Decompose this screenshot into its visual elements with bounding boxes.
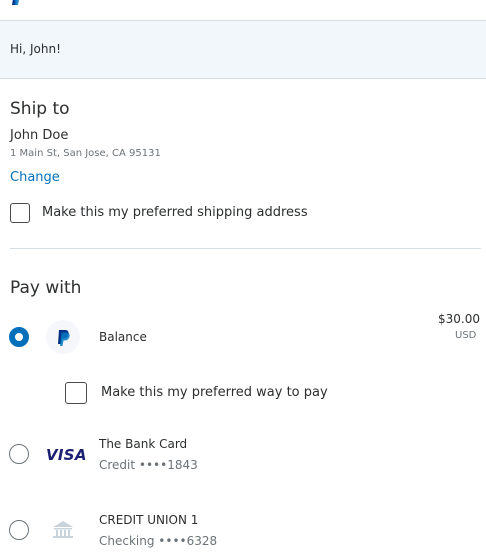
payment-option-detail: Credit ••••1843 bbox=[99, 458, 198, 472]
greeting-text: Hi, John! bbox=[10, 42, 61, 56]
section-divider bbox=[10, 248, 481, 249]
balance-currency: USD bbox=[455, 330, 477, 341]
payment-radio-bank-card[interactable] bbox=[9, 444, 29, 464]
preferred-payment-label[interactable]: Make this my preferred way to pay bbox=[101, 385, 328, 400]
pay-with-heading: Pay with bbox=[10, 278, 82, 298]
payment-option-detail: Checking ••••6328 bbox=[99, 534, 218, 548]
payment-radio-credit-union[interactable] bbox=[9, 520, 29, 540]
shipping-name: John Doe bbox=[10, 128, 69, 143]
top-bar bbox=[0, 0, 486, 21]
payment-option-label: CREDIT UNION 1 bbox=[99, 513, 199, 527]
preferred-shipping-label[interactable]: Make this my preferred shipping address bbox=[42, 205, 308, 220]
paypal-logo-icon bbox=[12, 0, 19, 5]
bank-icon bbox=[48, 517, 78, 547]
shipping-address: 1 Main St, San Jose, CA 95131 bbox=[10, 148, 161, 159]
preferred-payment-checkbox[interactable] bbox=[65, 382, 87, 404]
change-address-link[interactable]: Change bbox=[10, 170, 60, 185]
payment-radio-balance[interactable] bbox=[9, 327, 29, 347]
balance-amount: $30.00 bbox=[438, 312, 480, 326]
greeting-banner bbox=[0, 21, 486, 79]
preferred-shipping-checkbox[interactable] bbox=[10, 203, 30, 223]
ship-to-heading: Ship to bbox=[10, 99, 70, 119]
paypal-icon bbox=[46, 320, 80, 354]
payment-option-label: Balance bbox=[99, 330, 147, 344]
paypal-glyph-icon bbox=[58, 330, 70, 346]
payment-option-label: The Bank Card bbox=[99, 437, 188, 451]
visa-icon: VISA bbox=[46, 446, 87, 464]
